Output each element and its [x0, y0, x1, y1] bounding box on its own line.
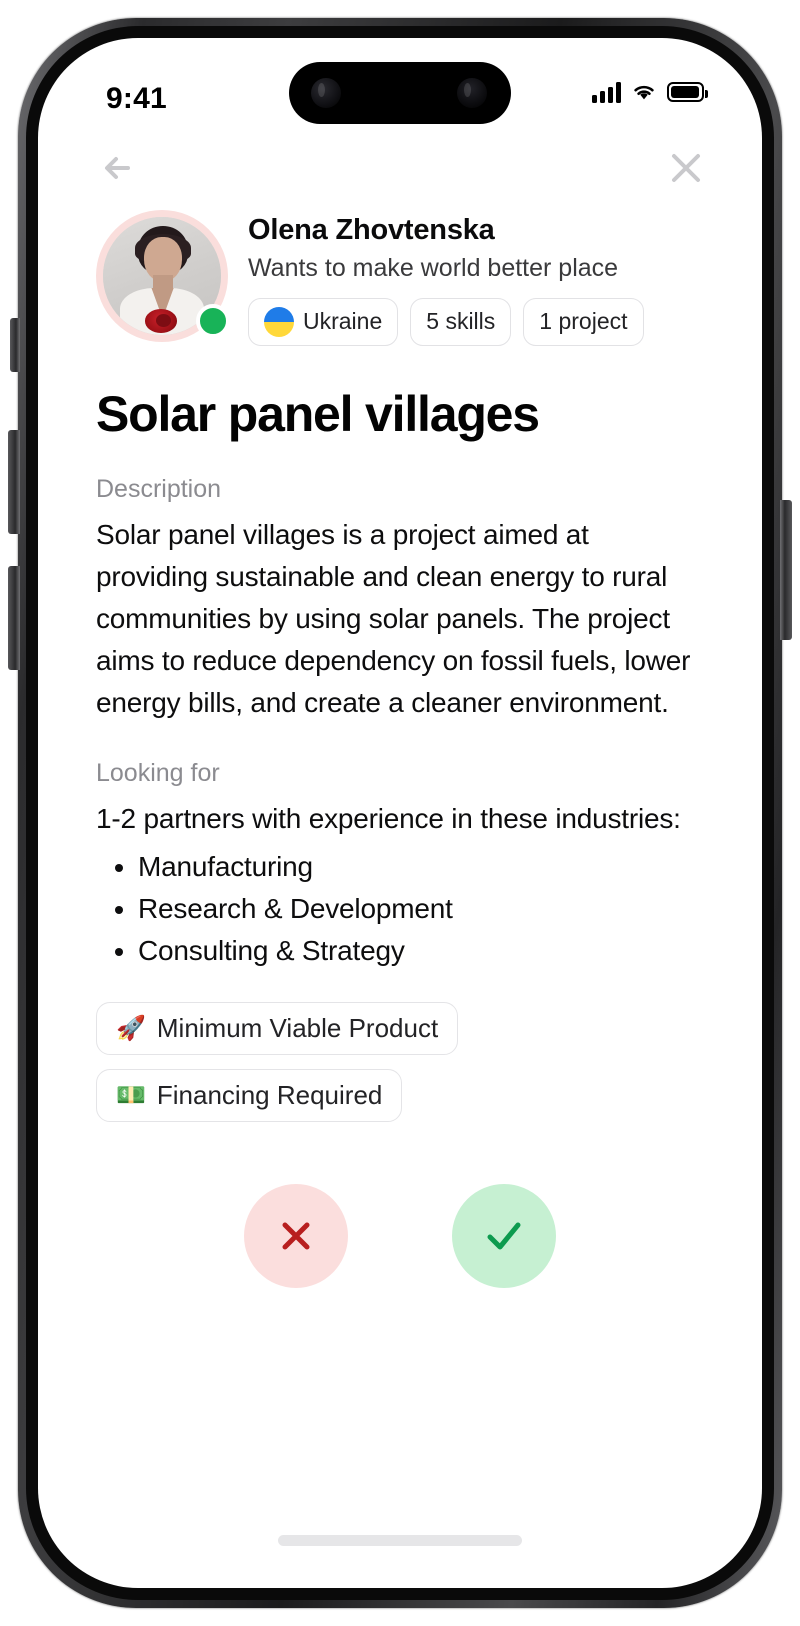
navigation-bar [38, 130, 762, 206]
profile-name: Olena Zhovtenska [248, 214, 495, 246]
status-bar-clock: 9:41 [106, 82, 167, 115]
chip-projects[interactable]: 1 project [523, 297, 644, 346]
profile-tagline: Wants to make world better place [248, 254, 619, 283]
silent-switch-button[interactable] [10, 318, 20, 372]
description-text: Solar panel villages is a project aimed … [96, 519, 691, 719]
chip-skills[interactable]: 5 skills [410, 297, 512, 346]
screenshot-stage: 9:41 Olena Zhovtenska Wants to make worl… [0, 0, 800, 1626]
ukraine-flag-icon [264, 306, 294, 337]
back-arrow-icon[interactable] [94, 142, 146, 194]
battery-icon [667, 82, 708, 102]
status-bar: 9:41 [38, 38, 762, 130]
profile-chips: Ukraine 5 skills 1 project [248, 297, 704, 346]
avatar[interactable] [96, 210, 230, 342]
profile-header: Olena Zhovtenska Wants to make world bet… [96, 210, 704, 346]
description-section: Description Solar panel villages is a pr… [96, 474, 704, 724]
cellular-signal-icon [592, 81, 621, 103]
page-title: Solar panel villages [96, 385, 540, 442]
profile-text-block: Olena Zhovtenska Wants to make world bet… [248, 210, 704, 346]
list-item: Consulting & Strategy [138, 930, 704, 972]
looking-for-section: Looking for 1-2 partners with experience… [96, 758, 704, 972]
chip-projects-label: 1 project [539, 308, 628, 335]
face-id-sensor-icon [457, 78, 487, 108]
volume-down-button[interactable] [8, 566, 20, 670]
chip-country[interactable]: Ukraine [248, 297, 399, 346]
tag-financing-required[interactable]: 💵 Financing Required [96, 1069, 403, 1123]
looking-for-intro: 1-2 partners with experience in these in… [96, 803, 681, 835]
industries-list: Manufacturing Research & Development Con… [96, 846, 704, 972]
list-item: Manufacturing [138, 846, 704, 888]
x-mark-icon [282, 1222, 310, 1250]
phone-screen: 9:41 Olena Zhovtenska Wants to make worl… [38, 38, 762, 1588]
looking-for-label: Looking for [96, 759, 220, 788]
tag-minimum-viable-product[interactable]: 🚀 Minimum Viable Product [96, 1002, 459, 1056]
action-buttons [96, 1184, 704, 1289]
dynamic-island [289, 62, 511, 124]
volume-up-button[interactable] [8, 430, 20, 534]
check-mark-icon [487, 1222, 521, 1250]
list-item: Research & Development [138, 888, 704, 930]
online-status-indicator [196, 304, 230, 338]
reject-button[interactable] [244, 1184, 348, 1289]
chip-skills-label: 5 skills [426, 308, 496, 335]
description-label: Description [96, 475, 222, 504]
home-indicator[interactable] [278, 1535, 522, 1546]
status-bar-indicators [592, 81, 708, 103]
tag-label: Financing Required [156, 1080, 383, 1111]
front-camera-icon [311, 78, 341, 108]
project-tags: 🚀 Minimum Viable Product 💵 Financing Req… [96, 1002, 704, 1123]
power-button[interactable] [780, 500, 792, 640]
rocket-icon: 🚀 [116, 1014, 146, 1042]
money-icon: 💵 [116, 1081, 146, 1109]
accept-button[interactable] [452, 1184, 556, 1289]
close-icon[interactable] [660, 142, 712, 194]
wifi-icon [634, 85, 654, 100]
chip-country-label: Ukraine [303, 308, 383, 335]
profile-project-content: Olena Zhovtenska Wants to make world bet… [38, 198, 762, 1289]
tag-label: Minimum Viable Product [156, 1013, 439, 1044]
